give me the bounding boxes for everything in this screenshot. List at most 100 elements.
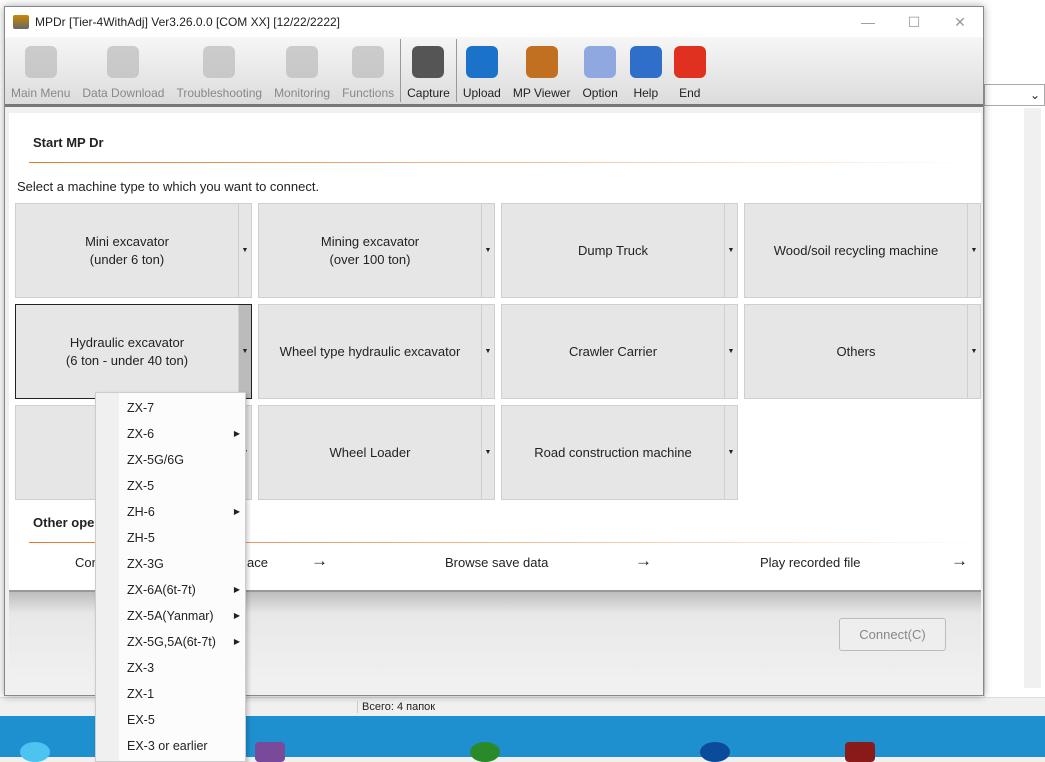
- toolbar: Main Menu Data Download Troubleshooting Mon…: [5, 37, 983, 107]
- tile-dropdown-button[interactable]: ▼: [724, 204, 737, 297]
- folder-count: Всего: 4 папок: [357, 701, 435, 713]
- background-dropdown[interactable]: ⌄: [984, 84, 1045, 106]
- machine-tile[interactable]: Wheel type hydraulic excavator ▼: [258, 304, 495, 399]
- app-icon: [13, 15, 29, 29]
- toolbar-label: Monitoring: [274, 86, 331, 100]
- menu-item-label: ZX-5G,5A(6t-7t): [127, 635, 216, 649]
- upload-icon: [465, 46, 498, 78]
- tile-title: Wheel Loader: [329, 444, 411, 460]
- menu-item[interactable]: EX-5: [119, 707, 246, 733]
- machine-tile[interactable]: Road construction machine ▼: [501, 405, 738, 500]
- tile-dropdown-button[interactable]: ▼: [481, 406, 494, 499]
- interface-op-link[interactable]: ace: [247, 555, 268, 570]
- toolbar-monitoring-button[interactable]: Monitoring: [268, 37, 336, 104]
- machine-tile[interactable]: Wood/soil recycling machine ▼: [744, 203, 981, 298]
- desktop-icon[interactable]: [845, 742, 875, 762]
- tile-dropdown-button[interactable]: ▼: [724, 305, 737, 398]
- desktop-icon[interactable]: [470, 742, 500, 762]
- tile-label: Crawler Carrier: [502, 305, 724, 398]
- machine-tile[interactable]: Hydraulic excavator (6 ton - under 40 ton…: [15, 304, 252, 399]
- tile-dropdown-button[interactable]: ▼: [967, 204, 980, 297]
- toolbar-end-button[interactable]: End: [668, 37, 712, 104]
- browse-save-data-link[interactable]: Browse save data: [445, 555, 548, 570]
- play-recorded-file-link[interactable]: Play recorded file: [760, 555, 860, 570]
- machine-tile[interactable]: Others ▼: [744, 304, 981, 399]
- tile-title: Hydraulic excavator: [69, 334, 185, 350]
- caret-down-icon: ▼: [727, 449, 735, 456]
- submenu-arrow-icon: ▶: [233, 611, 240, 620]
- tile-title: Dump Truck: [577, 242, 649, 258]
- toolbar-upload-button[interactable]: Upload: [457, 37, 507, 104]
- machine-tile[interactable]: Crawler Carrier ▼: [501, 304, 738, 399]
- toolbar-functions-button[interactable]: Functions: [336, 37, 400, 104]
- menu-item[interactable]: ZX-1: [119, 681, 246, 707]
- close-button[interactable]: ✕: [937, 7, 983, 37]
- menu-item[interactable]: ZX-3G: [119, 551, 246, 577]
- other-ops-heading: Other oper: [33, 515, 100, 530]
- toolbar-option-button[interactable]: Option: [576, 37, 623, 104]
- menu-item-label: EX-3 or earlier: [127, 739, 208, 753]
- arrow-right-icon[interactable]: →: [951, 551, 968, 571]
- menu-item[interactable]: ZX-5G/6G: [119, 447, 246, 473]
- chevron-down-icon: ⌄: [1029, 88, 1040, 102]
- tile-title: Mini excavator: [85, 233, 169, 249]
- tile-title: Road construction machine: [534, 444, 692, 460]
- menu-item[interactable]: ZX-7: [119, 395, 246, 421]
- menu-item[interactable]: ZH-5: [119, 525, 246, 551]
- tile-dropdown-button[interactable]: ▼: [967, 305, 980, 398]
- maximize-button[interactable]: ☐: [891, 7, 937, 37]
- menu-item-label: ZH-6: [127, 505, 155, 519]
- caret-down-icon: ▼: [241, 247, 249, 254]
- desktop-icon[interactable]: [700, 742, 730, 762]
- help-icon: [629, 46, 662, 78]
- menu-item[interactable]: ZX-5: [119, 473, 246, 499]
- toolbar-label: Capture: [407, 86, 450, 100]
- desktop-icon[interactable]: [20, 742, 50, 762]
- tile-label: Wheel type hydraulic excavator: [259, 305, 481, 398]
- desktop-icon[interactable]: [255, 742, 285, 762]
- tile-dropdown-button[interactable]: ▼: [238, 305, 251, 398]
- caret-down-icon: ▼: [484, 449, 492, 456]
- background-scrollbar[interactable]: [1024, 108, 1041, 688]
- menu-item[interactable]: ZX-3: [119, 655, 246, 681]
- prompt-text: Select a machine type to which you want …: [17, 179, 320, 194]
- toolbar-capture-button[interactable]: Capture: [401, 37, 456, 104]
- tile-dropdown-button[interactable]: ▼: [724, 406, 737, 499]
- toolbar-troubleshooting-button[interactable]: Troubleshooting: [170, 37, 268, 104]
- menu-item[interactable]: ZX-6A(6t-7t) ▶: [119, 577, 246, 603]
- tile-label: Wood/soil recycling machine: [745, 204, 967, 297]
- menu-item[interactable]: EX-3 or earlier: [119, 733, 246, 759]
- tile-subtitle: (over 100 ton): [329, 251, 411, 267]
- machine-tile[interactable]: Mini excavator (under 6 ton) ▼: [15, 203, 252, 298]
- menu-item[interactable]: ZX-5G,5A(6t-7t) ▶: [119, 629, 246, 655]
- menu-item[interactable]: ZX-5A(Yanmar) ▶: [119, 603, 246, 629]
- machine-tile[interactable]: Mining excavator (over 100 ton) ▼: [258, 203, 495, 298]
- tile-dropdown-button[interactable]: ▼: [481, 305, 494, 398]
- menu-item[interactable]: ZX-6 ▶: [119, 421, 246, 447]
- arrow-right-icon[interactable]: →: [311, 551, 328, 571]
- toolbar-label: Option: [582, 86, 618, 100]
- gear-icon: [352, 46, 385, 78]
- tile-label: Others: [745, 305, 967, 398]
- tile-title: Wood/soil recycling machine: [773, 242, 939, 258]
- machine-tile[interactable]: Dump Truck ▼: [501, 203, 738, 298]
- toolbar-mp-viewer-button[interactable]: MP Viewer: [507, 37, 577, 104]
- caret-down-icon: ▼: [727, 247, 735, 254]
- menu-item[interactable]: ZH-6 ▶: [119, 499, 246, 525]
- minimize-button[interactable]: —: [845, 7, 891, 37]
- tile-dropdown-button[interactable]: ▼: [481, 204, 494, 297]
- toolbar-data-download-button[interactable]: Data Download: [76, 37, 170, 104]
- toolbar-help-button[interactable]: Help: [624, 37, 668, 104]
- connect-button[interactable]: Connect(C): [839, 618, 946, 651]
- toolbar-main-menu-button[interactable]: Main Menu: [5, 37, 76, 104]
- arrow-right-icon[interactable]: →: [635, 551, 652, 571]
- machine-tile[interactable]: Wheel Loader ▼: [258, 405, 495, 500]
- caret-down-icon: ▼: [484, 247, 492, 254]
- menu-item-label: ZX-5G/6G: [127, 453, 184, 467]
- tile-label: Dump Truck: [502, 204, 724, 297]
- tile-dropdown-button[interactable]: ▼: [238, 204, 251, 297]
- tile-title: Others: [836, 343, 876, 359]
- tile-label: Mining excavator (over 100 ton): [259, 204, 481, 297]
- submenu-arrow-icon: ▶: [233, 637, 240, 646]
- toolbar-label: Data Download: [82, 86, 165, 100]
